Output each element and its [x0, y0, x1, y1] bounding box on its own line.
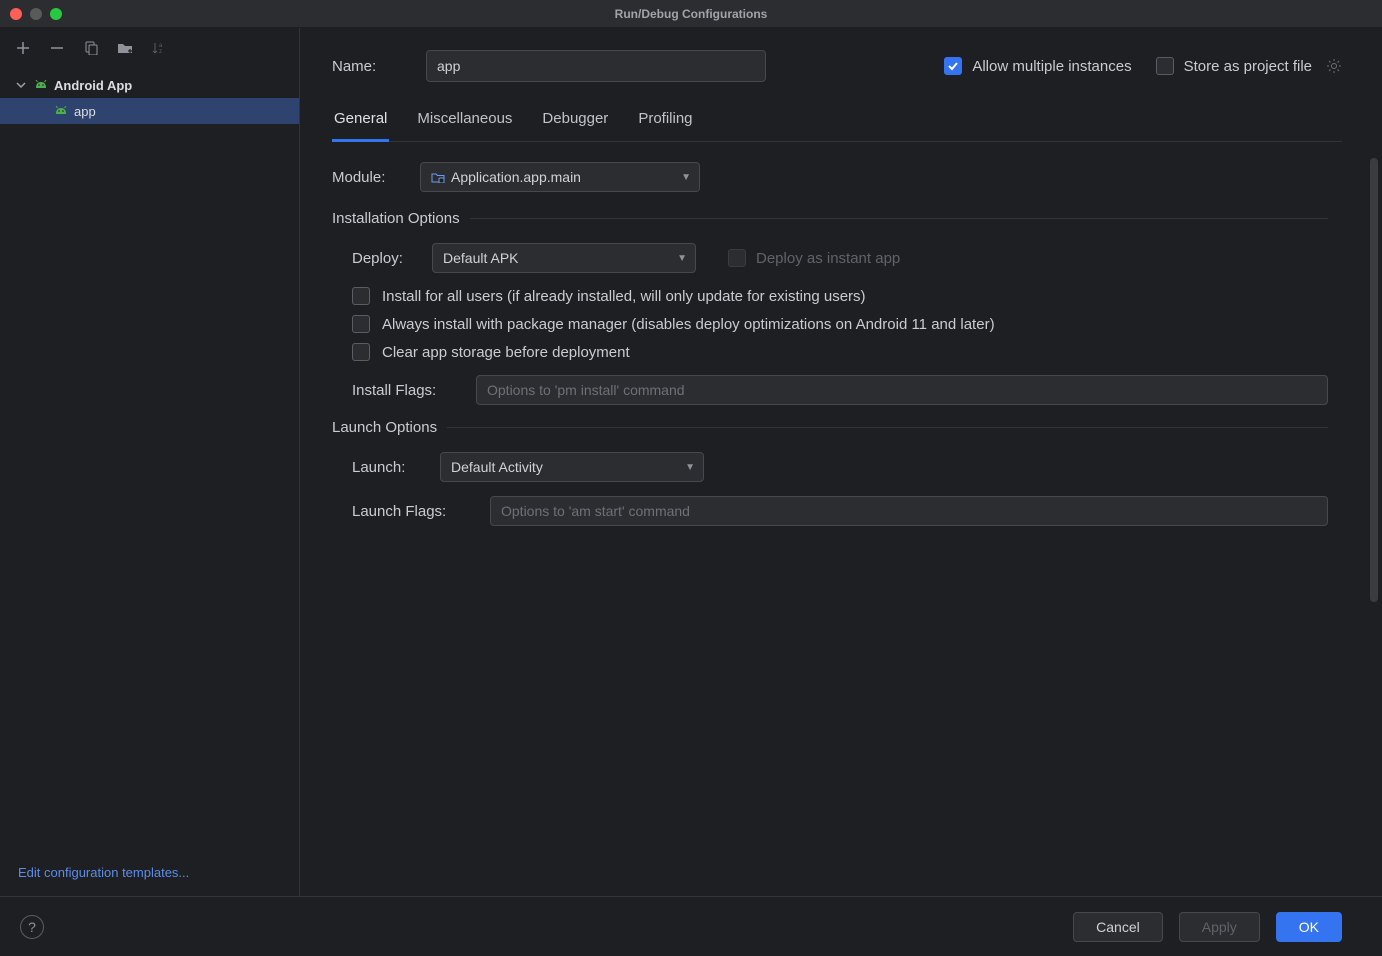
chevron-down-icon: ▼ [677, 253, 687, 264]
cancel-button[interactable]: Cancel [1073, 912, 1163, 942]
help-icon[interactable]: ? [20, 915, 44, 939]
launch-label: Launch: [352, 459, 426, 476]
launch-flags-label: Launch Flags: [352, 503, 476, 520]
launch-flags-input[interactable] [490, 496, 1328, 526]
deploy-select[interactable]: Default APK ▼ [432, 243, 696, 273]
titlebar: Run/Debug Configurations [0, 0, 1382, 28]
edit-templates-link[interactable]: Edit configuration templates... [0, 853, 299, 896]
tab-debugger[interactable]: Debugger [540, 110, 610, 142]
deploy-instant-label: Deploy as instant app [756, 250, 900, 267]
android-icon [54, 106, 68, 116]
launch-select[interactable]: Default Activity ▼ [440, 452, 704, 482]
always-pkg-mgr-checkbox[interactable] [352, 315, 370, 333]
name-label: Name: [332, 58, 402, 75]
footer: ? Cancel Apply OK [0, 896, 1382, 956]
tree-group-android-app[interactable]: Android App [0, 72, 299, 98]
sidebar: az Android App app Edit configuration te… [0, 28, 300, 896]
module-value: Application.app.main [451, 169, 581, 185]
svg-text:z: z [159, 49, 162, 55]
module-label: Module: [332, 169, 406, 186]
content-panel: Name: Allow multiple instances Store as … [300, 28, 1382, 896]
clear-storage-checkbox[interactable] [352, 343, 370, 361]
name-input[interactable] [426, 50, 766, 82]
store-project-checkbox[interactable] [1156, 57, 1174, 75]
copy-config-icon[interactable] [82, 39, 100, 57]
tab-profiling[interactable]: Profiling [636, 110, 694, 142]
chevron-down-icon [16, 80, 28, 90]
apply-button: Apply [1179, 912, 1260, 942]
sidebar-toolbar: az [0, 28, 299, 68]
chevron-down-icon: ▼ [685, 462, 695, 473]
window-title: Run/Debug Configurations [0, 7, 1382, 21]
allow-multiple-checkbox[interactable] [944, 57, 962, 75]
tree-item-app[interactable]: app [0, 98, 299, 124]
launch-value: Default Activity [451, 459, 543, 475]
remove-config-icon[interactable] [48, 39, 66, 57]
store-project-label: Store as project file [1184, 58, 1312, 75]
tab-general[interactable]: General [332, 110, 389, 142]
installation-section-title: Installation Options [332, 210, 1328, 227]
android-icon [34, 80, 48, 90]
module-icon [431, 171, 445, 183]
always-pkg-mgr-label: Always install with package manager (dis… [382, 316, 995, 333]
install-all-users-label: Install for all users (if already instal… [382, 288, 866, 305]
folder-config-icon[interactable] [116, 39, 134, 57]
launch-section-title: Launch Options [332, 419, 1328, 436]
module-select[interactable]: Application.app.main ▼ [420, 162, 700, 192]
deploy-instant-checkbox [728, 249, 746, 267]
tab-miscellaneous[interactable]: Miscellaneous [415, 110, 514, 142]
clear-storage-label: Clear app storage before deployment [382, 344, 630, 361]
config-tree: Android App app [0, 68, 299, 853]
chevron-down-icon: ▼ [681, 172, 691, 183]
install-flags-input[interactable] [476, 375, 1328, 405]
ok-button[interactable]: OK [1276, 912, 1342, 942]
install-all-users-checkbox[interactable] [352, 287, 370, 305]
gear-icon[interactable] [1326, 58, 1342, 74]
deploy-value: Default APK [443, 250, 519, 266]
tree-item-label: app [74, 104, 96, 119]
tree-group-label: Android App [54, 78, 132, 93]
install-flags-label: Install Flags: [352, 382, 462, 399]
allow-multiple-label: Allow multiple instances [972, 58, 1131, 75]
scrollbar[interactable] [1370, 158, 1378, 602]
tabs: General Miscellaneous Debugger Profiling [332, 110, 1342, 142]
deploy-label: Deploy: [352, 250, 418, 267]
sort-config-icon[interactable]: az [150, 39, 168, 57]
add-config-icon[interactable] [14, 39, 32, 57]
